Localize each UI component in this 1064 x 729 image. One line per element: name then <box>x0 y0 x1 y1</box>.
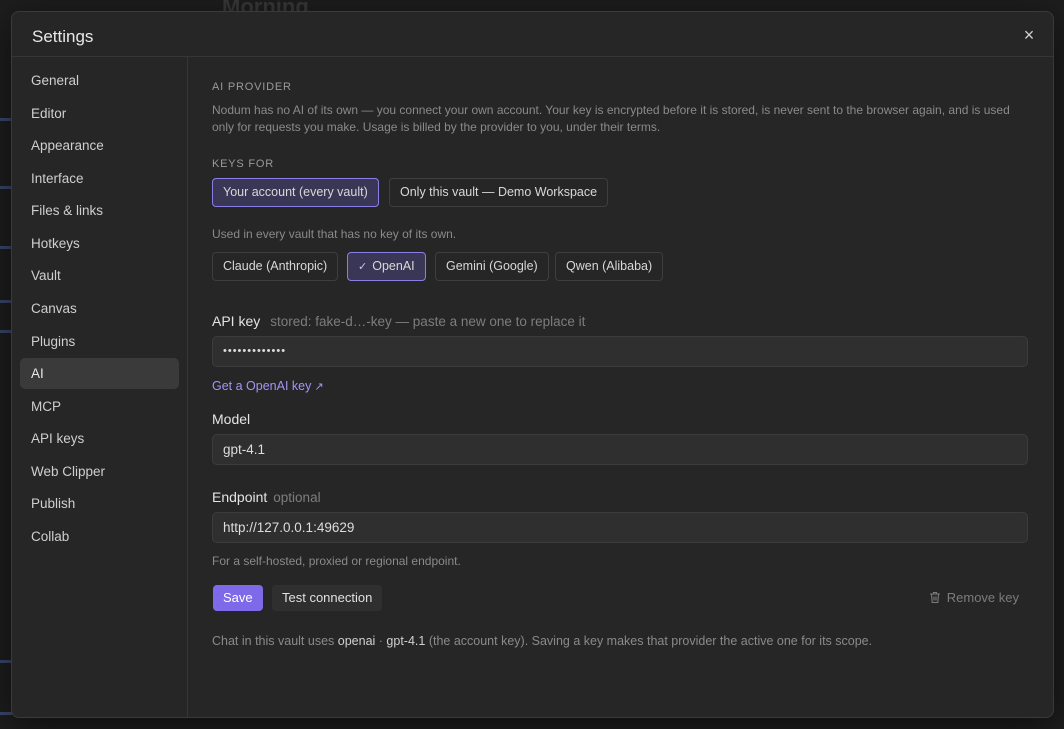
remove-key-button[interactable]: Remove key <box>929 585 1019 611</box>
test-connection-button[interactable]: Test connection <box>272 585 383 611</box>
close-icon[interactable]: × <box>1017 24 1041 48</box>
endpoint-help-text: For a self-hosted, proxied or regional e… <box>212 554 461 568</box>
sidebar-item-web-clipper[interactable]: Web Clipper <box>20 456 179 487</box>
provider-description: Nodum has no AI of its own — you connect… <box>212 103 1010 134</box>
provider-openai-button[interactable]: ✓ OpenAI <box>347 252 426 281</box>
sidebar-item-plugins[interactable]: Plugins <box>20 326 179 357</box>
endpoint-label: Endpoint optional <box>212 489 321 505</box>
sidebar-item-vault[interactable]: Vault <box>20 260 179 291</box>
api-key-input[interactable]: ••••••••••••• <box>212 336 1028 367</box>
modal-header: Settings × <box>12 12 1053 57</box>
note-model: gpt-4.1 <box>386 634 426 648</box>
model-input[interactable]: gpt-4.1 <box>212 434 1028 465</box>
save-button[interactable]: Save <box>213 585 263 611</box>
endpoint-title: Endpoint <box>212 489 268 505</box>
sidebar-item-interface[interactable]: Interface <box>20 163 179 194</box>
api-key-label: API key stored: fake-d…-key — paste a new… <box>212 313 585 329</box>
get-key-link[interactable]: Get a OpenAI key ↗ <box>212 379 324 393</box>
scope-help-text: Used in every vault that has no key of i… <box>212 227 457 241</box>
get-key-link-text: Get a OpenAI key <box>212 379 312 393</box>
model-label: Model <box>212 411 251 427</box>
modal-title: Settings <box>32 27 94 46</box>
sidebar-item-canvas[interactable]: Canvas <box>20 293 179 324</box>
section-title: AI PROVIDER <box>212 81 292 93</box>
provider-gemini-button[interactable]: Gemini (Google) <box>435 252 549 281</box>
provider-openai-label: OpenAI <box>372 259 415 273</box>
sidebar-item-files-links[interactable]: Files & links <box>20 195 179 226</box>
keys-for-label: KEYS FOR <box>212 158 275 170</box>
remove-key-label: Remove key <box>946 590 1019 605</box>
note-provider: openai <box>337 634 376 648</box>
active-provider-note: Chat in this vault uses openai · gpt-4.1… <box>212 634 872 648</box>
api-key-title: API key <box>212 313 261 329</box>
api-key-hint: stored: fake-d…-key — paste a new one to… <box>270 314 586 329</box>
sidebar-item-general[interactable]: General <box>20 65 179 96</box>
background-stripe <box>0 712 12 715</box>
note-suffix: (the account key). Saving a key makes th… <box>425 634 873 648</box>
scope-vault-button[interactable]: Only this vault — Demo Workspace <box>389 178 609 207</box>
endpoint-hint: optional <box>273 490 321 505</box>
settings-modal: Settings × General Editor Appearance Int… <box>11 11 1054 718</box>
sidebar-item-hotkeys[interactable]: Hotkeys <box>20 228 179 259</box>
scope-account-button[interactable]: Your account (every vault) <box>212 178 379 207</box>
sidebar-item-ai[interactable]: AI <box>20 358 179 389</box>
sidebar-item-editor[interactable]: Editor <box>20 98 179 129</box>
provider-qwen-button[interactable]: Qwen (Alibaba) <box>555 252 664 281</box>
endpoint-input[interactable]: http://127.0.0.1:49629 <box>212 512 1028 543</box>
external-link-icon: ↗ <box>314 381 324 393</box>
note-prefix: Chat in this vault uses <box>212 634 338 648</box>
sidebar-item-collab[interactable]: Collab <box>20 521 179 552</box>
sidebar-item-api-keys[interactable]: API keys <box>20 423 179 454</box>
settings-sidebar: General Editor Appearance Interface File… <box>12 57 188 717</box>
sidebar-item-mcp[interactable]: MCP <box>20 391 179 422</box>
sidebar-item-publish[interactable]: Publish <box>20 488 179 519</box>
provider-claude-button[interactable]: Claude (Anthropic) <box>212 252 339 281</box>
note-separator: · <box>375 634 387 648</box>
sidebar-item-appearance[interactable]: Appearance <box>20 130 179 161</box>
ai-settings-panel: AI PROVIDER Nodum has no AI of its own —… <box>212 57 1029 717</box>
trash-icon <box>929 591 940 604</box>
check-icon: ✓ <box>358 261 368 273</box>
